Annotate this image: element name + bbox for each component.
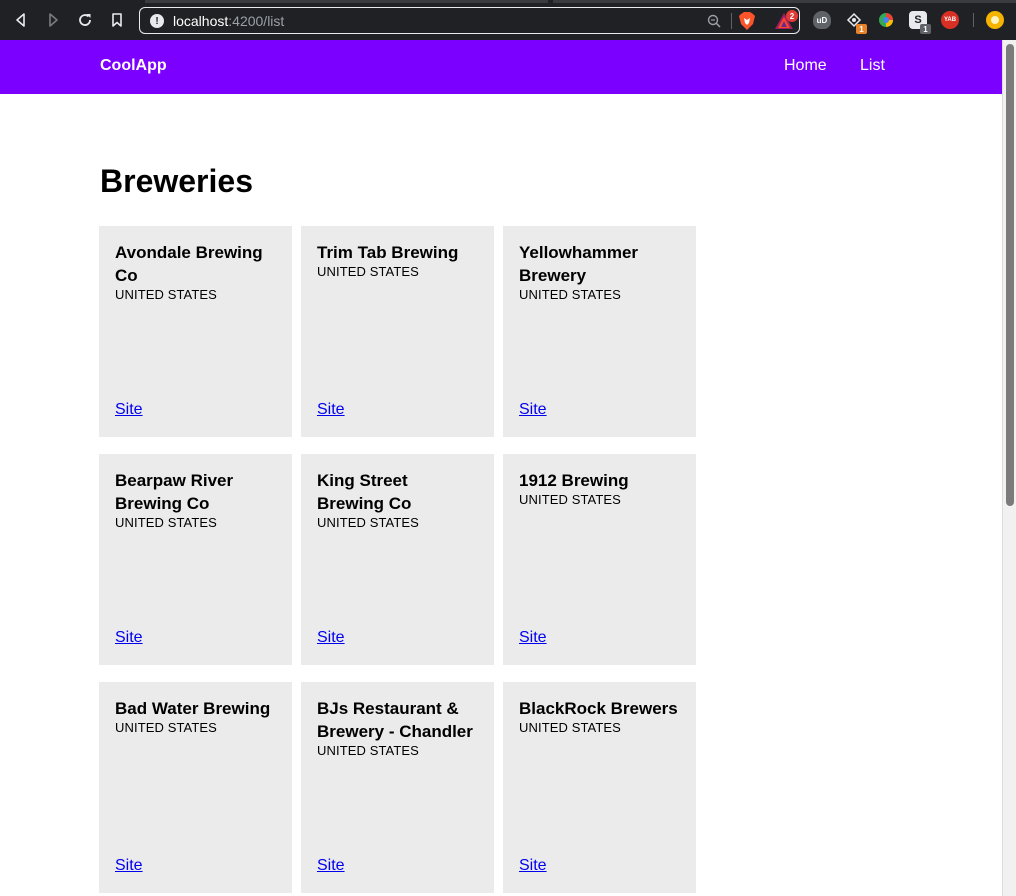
brewery-name: Avondale Brewing Co xyxy=(115,243,263,285)
rewards-badge: 2 xyxy=(786,10,798,22)
omnibox-divider xyxy=(731,13,732,29)
address-bar[interactable]: ! localhost:4200/list 2 xyxy=(139,7,800,34)
brewery-country: UNITED STATES xyxy=(115,720,217,735)
url-host: localhost xyxy=(173,13,229,29)
back-icon[interactable] xyxy=(11,10,31,30)
brewery-country: UNITED STATES xyxy=(317,743,419,758)
address-url[interactable]: localhost:4200/list xyxy=(173,13,284,29)
toolbar-divider xyxy=(973,13,974,27)
brewery-country: UNITED STATES xyxy=(519,720,621,735)
brave-shields-icon[interactable] xyxy=(738,11,756,31)
brewery-name: Trim Tab Brewing xyxy=(317,243,459,262)
brewery-site-link[interactable]: Site xyxy=(115,400,143,420)
nav-link-home[interactable]: Home xyxy=(784,57,827,75)
bookmark-icon[interactable] xyxy=(107,10,127,30)
brewery-card: Avondale Brewing Co UNITED STATES Site xyxy=(99,226,292,437)
page-title: Breweries xyxy=(100,163,253,199)
url-path: :4200/list xyxy=(228,13,285,29)
nav-link-list[interactable]: List xyxy=(860,57,885,75)
brewery-country: UNITED STATES xyxy=(115,287,217,302)
brewery-name: Bearpaw River Brewing Co xyxy=(115,471,234,513)
brewery-site-link[interactable]: Site xyxy=(519,628,547,648)
ublock-extension-icon[interactable]: uD xyxy=(813,11,831,29)
color-extension-icon[interactable] xyxy=(877,11,895,29)
brewery-country: UNITED STATES xyxy=(317,264,419,279)
site-info-icon[interactable]: ! xyxy=(150,14,164,28)
profile-avatar-icon[interactable] xyxy=(986,11,1004,29)
brewery-country: UNITED STATES xyxy=(115,515,217,530)
brewery-grid: Avondale Brewing Co UNITED STATES Site T… xyxy=(99,226,697,893)
brewery-card: Bad Water Brewing UNITED STATES Site xyxy=(99,682,292,893)
yab-label: YAB xyxy=(943,17,957,23)
brewery-card: Yellowhammer Brewery UNITED STATES Site xyxy=(503,226,696,437)
yab-extension-icon[interactable]: YAB xyxy=(941,11,959,29)
forward-icon[interactable] xyxy=(43,10,63,30)
brewery-country: UNITED STATES xyxy=(519,287,621,302)
brewery-site-link[interactable]: Site xyxy=(519,400,547,420)
zoom-icon[interactable] xyxy=(706,13,722,29)
extension-badge-1: 1 xyxy=(856,24,867,34)
brewery-card: King Street Brewing Co UNITED STATES Sit… xyxy=(301,454,494,665)
brewery-site-link[interactable]: Site xyxy=(115,856,143,876)
brewery-name: Bad Water Brewing xyxy=(115,699,271,718)
brewery-site-link[interactable]: Site xyxy=(317,856,345,876)
ublock-label: uD xyxy=(816,15,828,25)
brewery-country: UNITED STATES xyxy=(519,492,621,507)
brewery-card: Trim Tab Brewing UNITED STATES Site xyxy=(301,226,494,437)
brand-link[interactable]: CoolApp xyxy=(100,57,167,75)
brewery-name: BJs Restaurant & Brewery - Chandler xyxy=(317,699,473,741)
brewery-card: BJs Restaurant & Brewery - Chandler UNIT… xyxy=(301,682,494,893)
browser-toolbar: ! localhost:4200/list 2 uD 1 S 1 YAB xyxy=(0,0,1016,40)
brewery-name: Yellowhammer Brewery xyxy=(519,243,639,285)
brewery-name: King Street Brewing Co xyxy=(317,471,412,513)
brewery-site-link[interactable]: Site xyxy=(519,856,547,876)
extension-badge-2: 1 xyxy=(920,24,931,34)
brewery-site-link[interactable]: Site xyxy=(317,628,345,648)
brewery-card: BlackRock Brewers UNITED STATES Site xyxy=(503,682,696,893)
brewery-card: Bearpaw River Brewing Co UNITED STATES S… xyxy=(99,454,292,665)
brewery-card: 1912 Brewing UNITED STATES Site xyxy=(503,454,696,665)
page-scrollbar[interactable] xyxy=(1002,40,1016,896)
scrollbar-thumb[interactable] xyxy=(1006,44,1014,506)
brewery-site-link[interactable]: Site xyxy=(115,628,143,648)
reload-icon[interactable] xyxy=(75,10,95,30)
app-navbar: CoolApp Home List xyxy=(0,40,1002,94)
brewery-name: BlackRock Brewers xyxy=(519,699,678,718)
brewery-site-link[interactable]: Site xyxy=(317,400,345,420)
brewery-name: 1912 Brewing xyxy=(519,471,629,490)
brewery-country: UNITED STATES xyxy=(317,515,419,530)
